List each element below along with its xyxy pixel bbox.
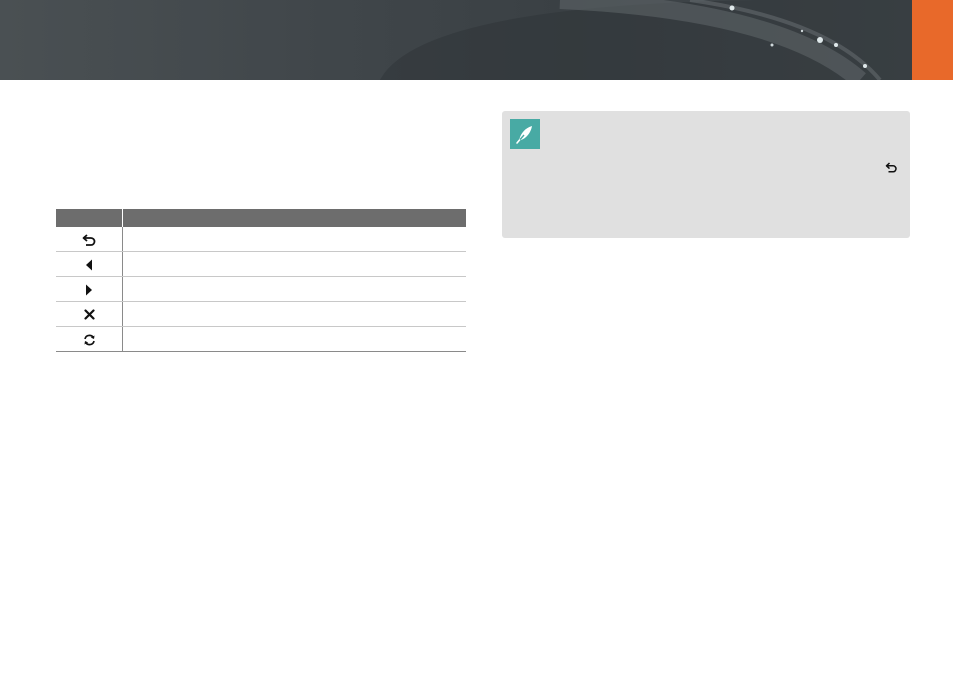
table-description-cell (122, 326, 466, 352)
table-icon-cell (56, 301, 123, 327)
table-icon-cell (56, 326, 123, 352)
table-row (56, 276, 466, 302)
rotate-icon (83, 334, 95, 346)
table-description-cell (122, 251, 466, 277)
table-description-cell (122, 276, 466, 302)
delete-x-icon (83, 309, 95, 320)
banner-lens-graphic (380, 0, 953, 80)
table-description-cell (122, 227, 466, 252)
note-box (502, 111, 910, 238)
left-triangle-icon (86, 259, 92, 271)
section-tab (912, 0, 953, 80)
table-header-icon (56, 209, 123, 227)
table-icon-cell (56, 251, 123, 277)
table-row (56, 251, 466, 277)
header-banner (0, 0, 953, 80)
table-description-cell (122, 301, 466, 327)
table-row (56, 326, 466, 352)
table-icon-cell (56, 276, 123, 302)
table-row (56, 301, 466, 327)
table-header-row (56, 209, 466, 227)
table-icon-cell (56, 227, 123, 252)
back-arrow-icon (82, 234, 96, 246)
pen-nib-icon (510, 119, 540, 149)
right-triangle-icon (86, 284, 92, 296)
back-arrow-icon (885, 162, 897, 173)
table-row (56, 227, 466, 252)
icon-table (56, 209, 466, 352)
table-header-description (122, 209, 466, 227)
